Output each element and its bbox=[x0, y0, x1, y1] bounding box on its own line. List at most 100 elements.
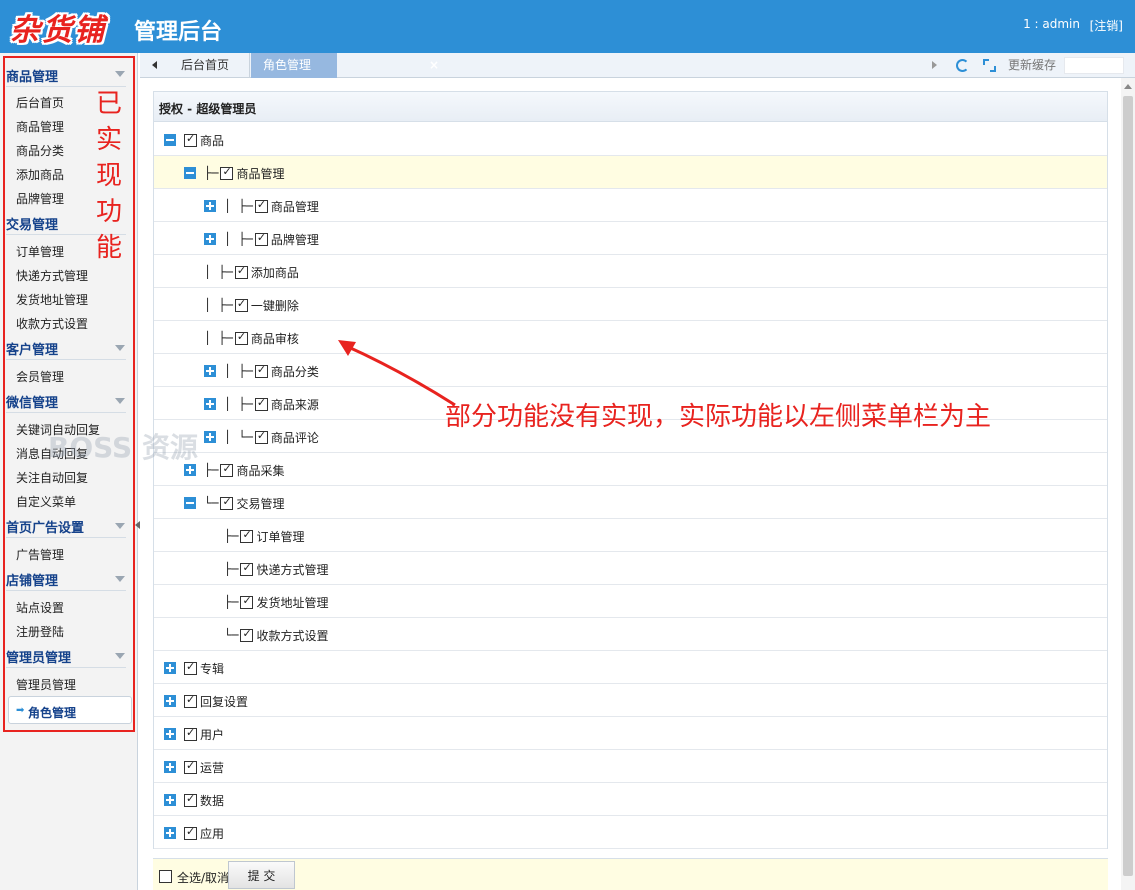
permission-checkbox[interactable] bbox=[220, 495, 234, 510]
fullscreen-icon[interactable] bbox=[983, 59, 996, 72]
sidebar-group-ads[interactable]: 首页广告设置 bbox=[6, 517, 84, 536]
expand-icon[interactable] bbox=[204, 398, 216, 410]
permission-checkbox[interactable] bbox=[184, 726, 197, 741]
sidebar-item[interactable]: 自定义菜单 bbox=[16, 493, 76, 510]
expand-icon[interactable] bbox=[204, 431, 216, 443]
submit-button[interactable]: 提 交 bbox=[228, 861, 295, 889]
chevron-down-icon[interactable] bbox=[115, 71, 125, 77]
permission-checkbox[interactable] bbox=[220, 462, 234, 477]
sidebar-group-admin[interactable]: 管理员管理 bbox=[6, 647, 71, 666]
scroll-right-icon[interactable] bbox=[932, 61, 937, 69]
expand-icon[interactable] bbox=[164, 695, 176, 707]
permission-checkbox[interactable] bbox=[184, 792, 197, 807]
tree-node: │ ├─ 添加商品 bbox=[204, 264, 299, 280]
divider bbox=[6, 359, 126, 360]
tree-row: ├─ 发货地址管理 bbox=[154, 585, 1107, 618]
sidebar-item[interactable]: 发货地址管理 bbox=[16, 291, 88, 308]
sidebar-item[interactable]: 品牌管理 bbox=[16, 190, 64, 207]
sidebar-item[interactable]: 快递方式管理 bbox=[16, 267, 88, 284]
refresh-icon[interactable] bbox=[956, 59, 969, 72]
select-all-checkbox[interactable] bbox=[159, 870, 172, 883]
permission-label: 交易管理 bbox=[236, 496, 285, 511]
sidebar-item[interactable]: 关注自动回复 bbox=[16, 469, 88, 486]
permission-checkbox[interactable] bbox=[184, 132, 197, 147]
permission-checkbox[interactable] bbox=[220, 165, 234, 180]
permission-checkbox[interactable] bbox=[254, 231, 268, 246]
tree-connector: ├─ bbox=[224, 595, 239, 609]
expand-icon[interactable] bbox=[164, 728, 176, 740]
sidebar-item[interactable]: 站点设置 bbox=[16, 599, 64, 616]
permission-checkbox[interactable] bbox=[184, 693, 197, 708]
sidebar-group-wechat[interactable]: 微信管理 bbox=[6, 392, 58, 411]
permission-checkbox[interactable] bbox=[240, 627, 254, 642]
tree-node: 用户 bbox=[164, 726, 224, 742]
scroll-thumb[interactable] bbox=[1123, 96, 1133, 876]
sidebar-item[interactable]: 广告管理 bbox=[16, 546, 64, 563]
tree-row: 商品 bbox=[154, 123, 1107, 156]
tree-connector: └─ bbox=[204, 496, 219, 510]
expand-icon[interactable] bbox=[164, 662, 176, 674]
permission-checkbox[interactable] bbox=[234, 330, 248, 345]
permission-checkbox[interactable] bbox=[184, 759, 197, 774]
permission-checkbox[interactable] bbox=[184, 825, 197, 840]
permission-checkbox[interactable] bbox=[234, 264, 248, 279]
sidebar-item[interactable]: 商品管理 bbox=[16, 118, 64, 135]
permission-checkbox[interactable] bbox=[240, 594, 254, 609]
permission-label: 快递方式管理 bbox=[256, 562, 329, 577]
permission-checkbox[interactable] bbox=[184, 660, 197, 675]
vertical-scrollbar[interactable] bbox=[1121, 78, 1135, 890]
collapse-sidebar-handle[interactable] bbox=[135, 521, 140, 529]
sidebar-item-active[interactable]: ➡ 角色管理 bbox=[8, 696, 132, 724]
expand-icon[interactable] bbox=[204, 365, 216, 377]
tree-row: └─ 收款方式设置 bbox=[154, 618, 1107, 651]
expand-icon[interactable] bbox=[204, 233, 216, 245]
scroll-left-icon[interactable] bbox=[152, 61, 157, 69]
collapse-icon[interactable] bbox=[184, 497, 196, 509]
permission-checkbox[interactable] bbox=[240, 528, 254, 543]
expand-icon[interactable] bbox=[164, 761, 176, 773]
update-cache-button[interactable]: 更新缓存 bbox=[1008, 53, 1056, 78]
sidebar-item[interactable]: 订单管理 bbox=[16, 243, 64, 260]
permission-checkbox[interactable] bbox=[240, 561, 254, 576]
cache-input[interactable] bbox=[1064, 57, 1124, 74]
permission-checkbox[interactable] bbox=[254, 429, 268, 444]
sidebar-group-trade[interactable]: 交易管理 bbox=[6, 214, 58, 233]
sidebar-item[interactable]: 注册登陆 bbox=[16, 623, 64, 640]
chevron-down-icon[interactable] bbox=[115, 345, 125, 351]
sidebar-group-shop[interactable]: 店铺管理 bbox=[6, 570, 58, 589]
sidebar-item[interactable]: 后台首页 bbox=[16, 94, 64, 111]
expand-icon[interactable] bbox=[164, 794, 176, 806]
chevron-down-icon[interactable] bbox=[115, 653, 125, 659]
scroll-up-icon[interactable] bbox=[1124, 84, 1132, 89]
permission-checkbox[interactable] bbox=[254, 363, 268, 378]
permission-checkbox[interactable] bbox=[254, 396, 268, 411]
annotation-arrow bbox=[338, 340, 456, 407]
tree-node: └─ 交易管理 bbox=[184, 495, 284, 511]
tree-row: 回复设置 bbox=[154, 684, 1107, 717]
chevron-down-icon[interactable] bbox=[115, 576, 125, 582]
sidebar-item[interactable]: 商品分类 bbox=[16, 142, 64, 159]
sidebar-item[interactable]: 收款方式设置 bbox=[16, 315, 88, 332]
tab-role-management[interactable]: 角色管理 bbox=[251, 53, 337, 78]
expand-icon[interactable] bbox=[164, 827, 176, 839]
panel-footer: 全选/取消 提 交 bbox=[153, 858, 1108, 890]
chevron-down-icon[interactable] bbox=[115, 523, 125, 529]
tree-row: 用户 bbox=[154, 717, 1107, 750]
sidebar-group-customer[interactable]: 客户管理 bbox=[6, 339, 58, 358]
expand-icon[interactable] bbox=[204, 200, 216, 212]
chevron-down-icon[interactable] bbox=[115, 398, 125, 404]
sidebar-item[interactable]: 会员管理 bbox=[16, 368, 64, 385]
collapse-icon[interactable] bbox=[164, 134, 176, 146]
permission-checkbox[interactable] bbox=[254, 198, 268, 213]
sidebar-item[interactable]: 管理员管理 bbox=[16, 676, 76, 693]
sidebar-item[interactable]: 添加商品 bbox=[16, 166, 64, 183]
permission-label: 商品分类 bbox=[270, 364, 319, 379]
collapse-icon[interactable] bbox=[184, 167, 196, 179]
tree-node: ├─ 商品管理 bbox=[184, 165, 284, 181]
sidebar-group-product[interactable]: 商品管理 bbox=[6, 66, 58, 85]
tree-node: │ ├─ 商品审核 bbox=[204, 330, 299, 346]
close-icon[interactable]: × bbox=[429, 53, 439, 78]
permission-checkbox[interactable] bbox=[234, 297, 248, 312]
logout-link[interactable]: [注销] bbox=[1090, 17, 1123, 34]
tab-home[interactable]: 后台首页 bbox=[169, 53, 250, 78]
